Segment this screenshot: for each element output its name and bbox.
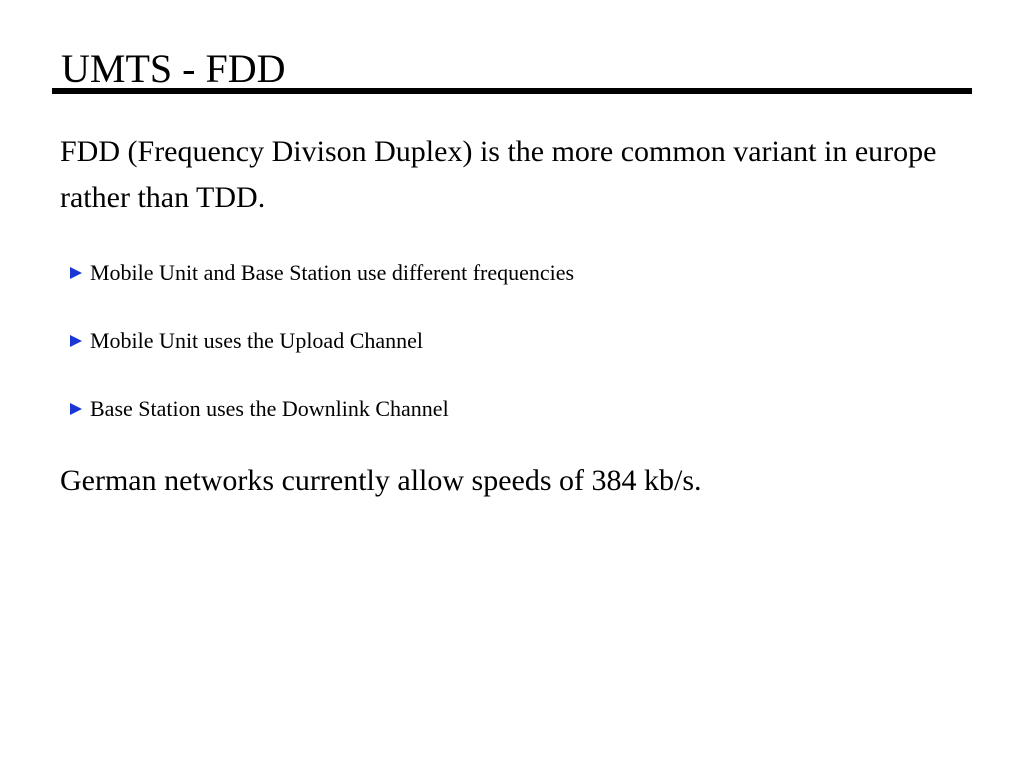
bullet-text: Base Station uses the Downlink Channel: [90, 396, 449, 421]
bullet-text: Mobile Unit and Base Station use differe…: [90, 260, 575, 285]
title-divider: [52, 88, 972, 94]
bullet-text: Mobile Unit uses the Upload Channel: [90, 328, 424, 353]
slide: UMTS - FDD FDD (Frequency Divison Duplex…: [0, 0, 1024, 768]
slide-title: UMTS - FDD: [61, 46, 286, 91]
intro-paragraph: FDD (Frequency Divison Duplex) is the mo…: [60, 135, 937, 214]
closing-paragraph: German networks currently allow speeds o…: [60, 464, 702, 497]
triangle-bullet-icon: [70, 335, 82, 347]
triangle-bullet-icon: [70, 403, 82, 415]
triangle-bullet-icon: [70, 267, 82, 279]
